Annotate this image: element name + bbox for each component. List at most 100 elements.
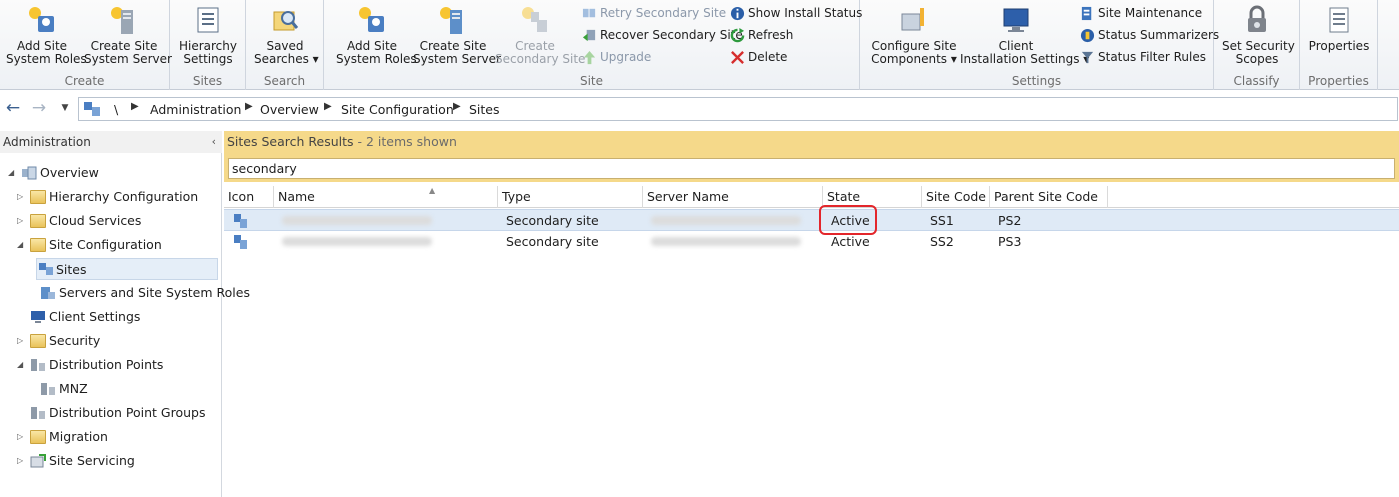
status-summarizers-button[interactable]: Status Summarizers [1080, 26, 1219, 44]
set-security-scopes-button[interactable]: Set Security Scopes [1222, 4, 1295, 66]
upgrade-arrow-icon [583, 50, 596, 65]
configure-site-components-button[interactable]: Configure Site Components ▾ [870, 4, 958, 66]
lock-icon [1248, 5, 1266, 32]
servers-icon [41, 287, 55, 299]
row-server-redacted [647, 210, 801, 232]
breadcrumb-separator-icon: ▶ [245, 101, 253, 112]
ribbon-group-site: Add Site System Roles Create Site System… [324, 0, 862, 90]
breadcrumb-site-configuration[interactable]: Site Configuration [341, 102, 454, 117]
breadcrumb-overview[interactable]: Overview [260, 102, 319, 117]
ribbon-group-create: Add Site System Roles Create Site System… [0, 0, 172, 90]
redacted-text [282, 237, 432, 246]
column-header-type[interactable]: Type [498, 186, 643, 208]
breadcrumb-root[interactable]: \ [114, 102, 118, 117]
row-parent-site-code: PS3 [998, 234, 1022, 249]
forward-button[interactable]: → [28, 97, 50, 121]
ribbon-group-sites: Hierarchy Settings Sites [170, 0, 246, 90]
create-site-system-server-button[interactable]: Create Site System Server [84, 4, 172, 66]
column-header-icon[interactable]: Icon [224, 186, 274, 208]
distribution-points-icon [31, 359, 45, 371]
expanded-arrow-icon[interactable]: ◢ [17, 354, 23, 376]
site-icon [234, 235, 247, 249]
expanded-arrow-icon[interactable]: ◢ [17, 234, 23, 256]
site-add-roles-button[interactable]: Add Site System Roles [336, 4, 417, 66]
collapsed-arrow-icon[interactable]: ▷ [17, 186, 23, 208]
navigation-title: Administration [3, 135, 91, 149]
create-server-icon [111, 7, 133, 34]
client-installation-settings-button[interactable]: Client Installation Settings ▾ [960, 4, 1089, 66]
column-header-site-code[interactable]: Site Code [922, 186, 990, 208]
collapsed-arrow-icon[interactable]: ▷ [17, 330, 23, 352]
saved-searches-icon [273, 11, 299, 31]
distribution-point-groups-icon [31, 407, 45, 419]
show-install-status-button[interactable]: Show Install Status [730, 4, 862, 22]
tree-item-sites[interactable]: Sites [36, 258, 218, 280]
add-site-system-roles-button[interactable]: Add Site System Roles [6, 4, 87, 66]
row-site-code: SS2 [930, 234, 954, 249]
history-dropdown[interactable]: ▼ [54, 97, 76, 121]
server-icon [41, 383, 55, 395]
create-secondary-site-button[interactable]: Create Secondary Site [495, 4, 585, 66]
group-caption-create: Create [64, 74, 105, 88]
row-type: Secondary site [506, 213, 599, 228]
sites-icon [39, 263, 53, 275]
breadcrumb-administration[interactable]: Administration [150, 102, 241, 117]
collapsed-arrow-icon[interactable]: ▷ [17, 210, 23, 232]
group-caption-site: Site [579, 74, 604, 88]
table-row[interactable]: Secondary site Active SS1 PS2 [224, 209, 1399, 231]
folder-icon [30, 334, 46, 348]
navigation-header: Administration ‹ [0, 131, 222, 153]
add-roles-icon [359, 7, 384, 32]
row-server-redacted [647, 231, 801, 253]
retry-secondary-site-button[interactable]: Retry Secondary Site [582, 4, 726, 22]
collapsed-arrow-icon[interactable]: ▷ [17, 450, 23, 472]
sort-ascending-icon: ▲ [429, 186, 436, 195]
recover-icon [582, 29, 596, 42]
breadcrumb-sites[interactable]: Sites [469, 102, 500, 117]
hierarchy-settings-icon [197, 7, 219, 33]
site-maintenance-icon [1081, 6, 1092, 21]
refresh-button[interactable]: Refresh [730, 26, 793, 44]
site-servicing-icon [30, 454, 46, 468]
navigation-pane: Administration ‹ ◢ Overview ▷ Hierarchy … [0, 131, 250, 497]
site-maintenance-button[interactable]: Site Maintenance [1080, 4, 1202, 22]
search-input[interactable]: secondary [228, 158, 1395, 179]
upgrade-button[interactable]: Upgrade [582, 48, 651, 66]
table-row[interactable]: Secondary site Active SS2 PS3 [224, 231, 1399, 253]
filter-rules-icon [1081, 51, 1094, 64]
row-parent-site-code: PS2 [998, 213, 1022, 228]
hierarchy-settings-button[interactable]: Hierarchy Settings [178, 4, 238, 66]
ribbon-group-properties: Properties Properties [1300, 0, 1378, 90]
address-bar: ← → ▼ \ ▶ Administration ▶ Overview ▶ Si… [0, 97, 1399, 123]
delete-x-icon [731, 51, 744, 64]
status-filter-rules-button[interactable]: Status Filter Rules [1080, 48, 1206, 66]
collapse-pane-button[interactable]: ‹ [212, 131, 216, 153]
highlight-annotation [819, 205, 877, 235]
column-header-server-name[interactable]: Server Name [643, 186, 823, 208]
add-roles-icon [29, 7, 54, 32]
info-icon [730, 6, 745, 21]
delete-button[interactable]: Delete [730, 48, 787, 66]
ribbon-group-settings: Configure Site Components ▾ Client Insta… [860, 0, 1219, 90]
ribbon-group-search: Saved Searches ▾ Search [246, 0, 324, 90]
breadcrumb-separator-icon: ▶ [324, 101, 332, 112]
redacted-text [651, 216, 801, 225]
overview-icon [22, 166, 37, 180]
site-icon [234, 214, 247, 228]
client-settings-icon [31, 311, 45, 323]
column-header-parent-site-code[interactable]: Parent Site Code [990, 186, 1108, 208]
folder-icon [30, 430, 46, 444]
site-create-server-button[interactable]: Create Site System Server [413, 4, 501, 66]
expanded-arrow-icon[interactable]: ◢ [8, 162, 14, 184]
create-server-icon [440, 7, 462, 34]
column-header-name[interactable]: ▲ Name [274, 186, 498, 208]
results-count: - 2 items shown [353, 134, 457, 149]
group-caption-sites: Sites [192, 74, 223, 88]
recover-secondary-site-button[interactable]: Recover Secondary Site [582, 26, 743, 44]
collapsed-arrow-icon[interactable]: ▷ [17, 426, 23, 448]
properties-button[interactable]: Properties [1306, 4, 1372, 53]
row-type: Secondary site [506, 234, 599, 249]
sites-icon [84, 102, 100, 116]
saved-searches-button[interactable]: Saved Searches ▾ [254, 4, 319, 66]
back-button[interactable]: ← [2, 97, 24, 121]
